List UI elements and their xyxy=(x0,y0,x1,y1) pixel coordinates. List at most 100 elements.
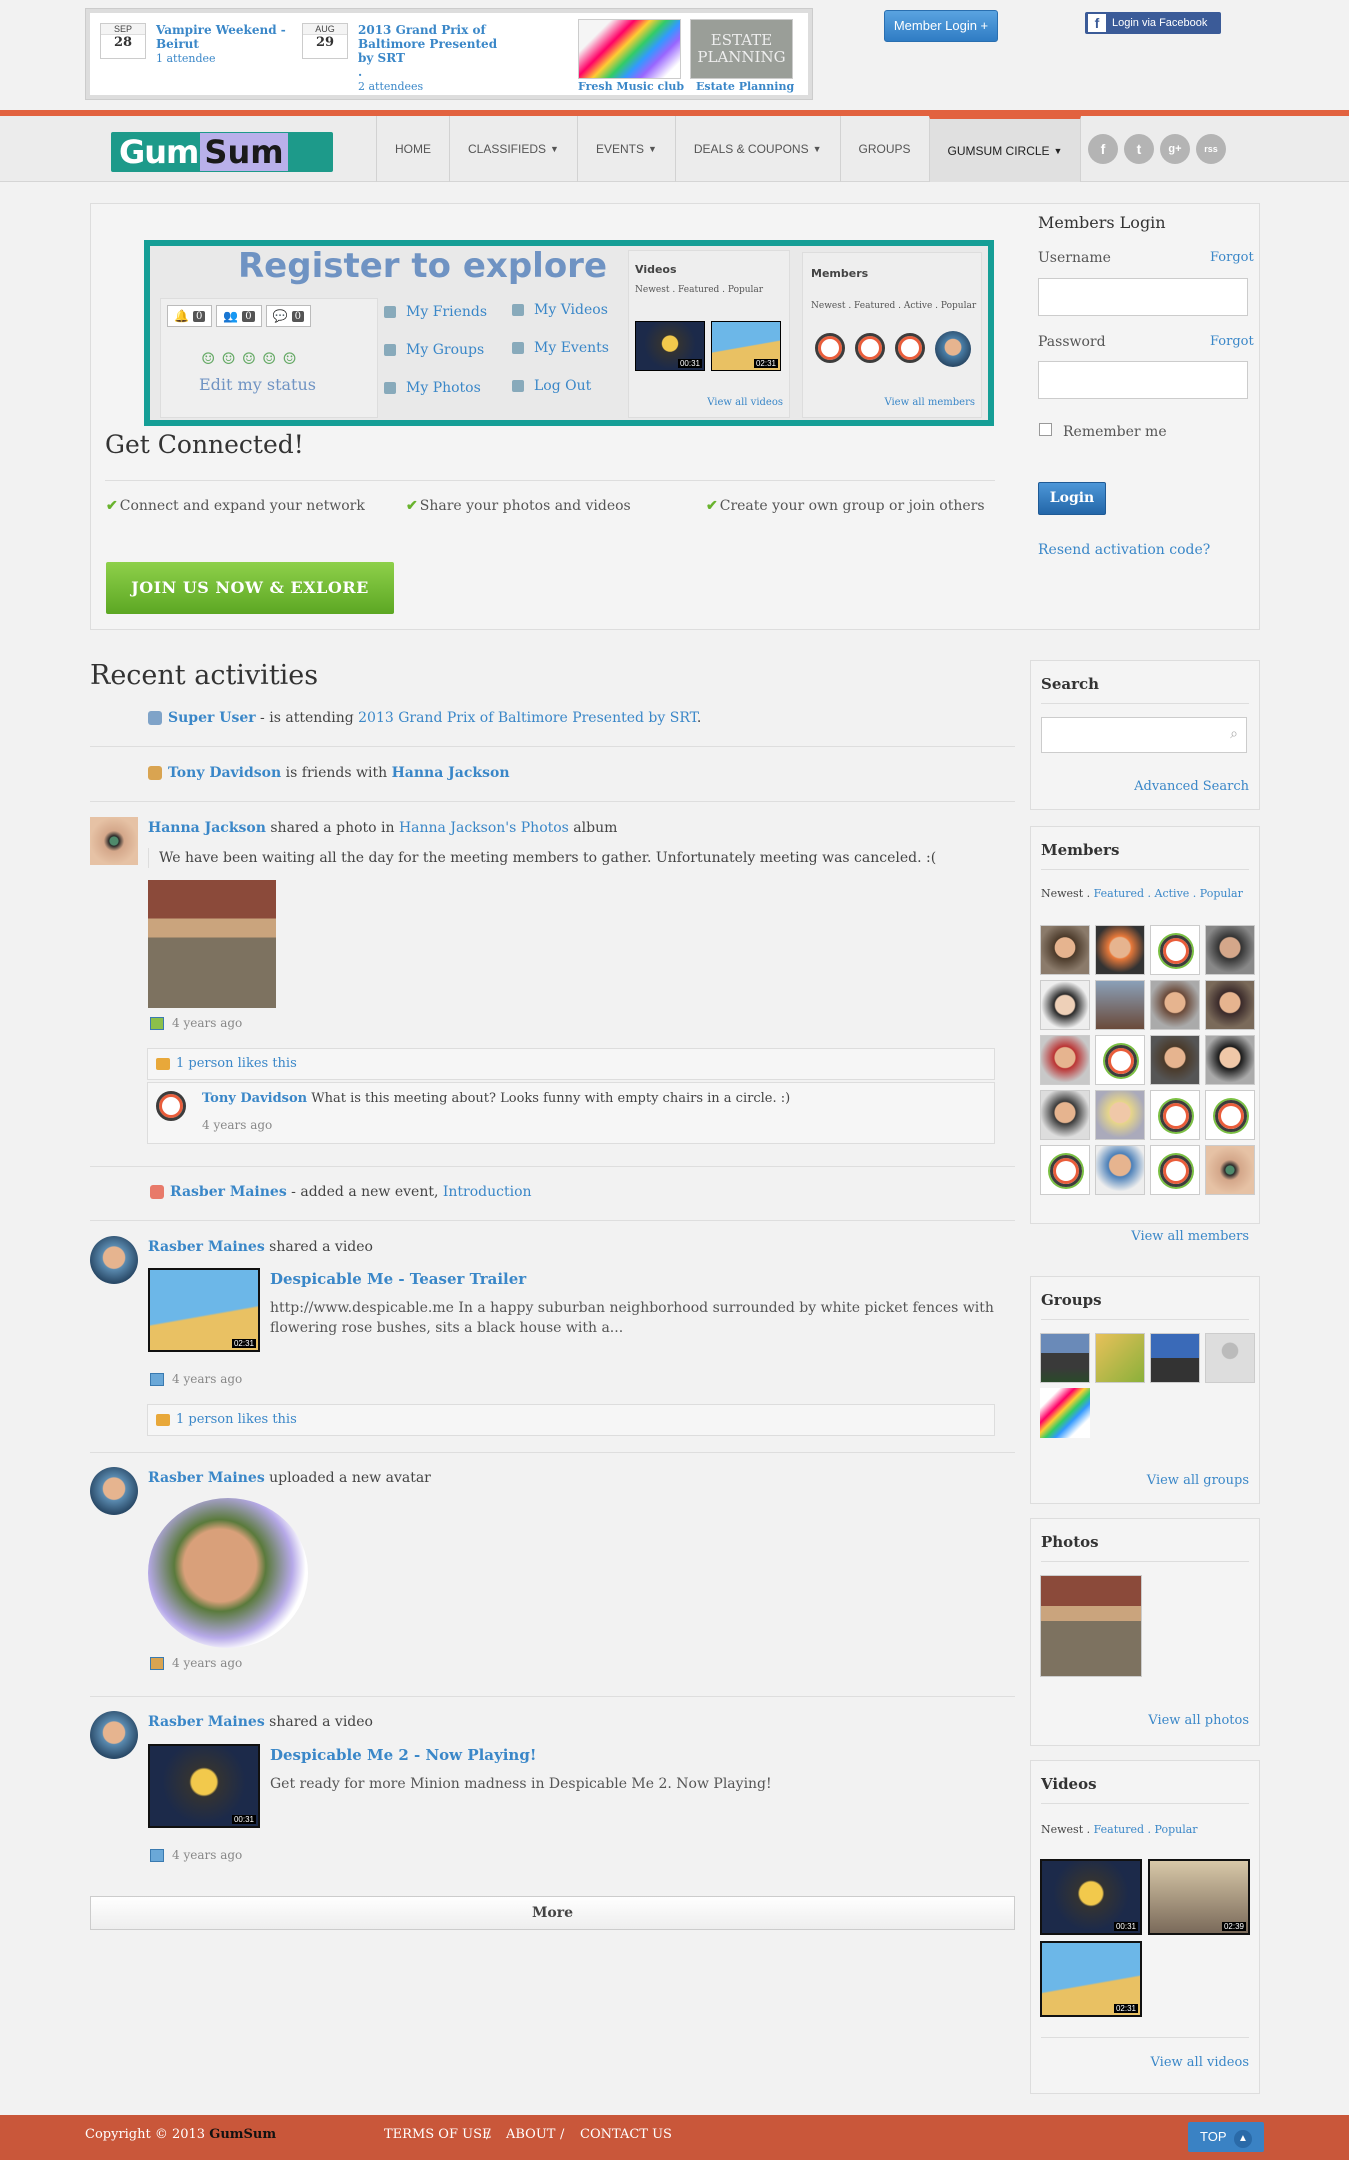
tab-newest[interactable]: Newest . xyxy=(1041,1823,1094,1836)
member-avatar[interactable] xyxy=(1205,925,1255,975)
view-all-videos-link[interactable]: View all videos xyxy=(707,397,783,408)
back-to-top-button[interactable]: TOP ▲ xyxy=(1188,2122,1264,2152)
member-avatar[interactable] xyxy=(1205,1035,1255,1085)
member-avatar[interactable] xyxy=(1095,1090,1145,1140)
event-item[interactable]: SEP 28 Vampire Weekend - Beirut 1 attende… xyxy=(100,23,296,66)
member-avatar[interactable] xyxy=(1205,1145,1255,1195)
video-title-link[interactable]: Despicable Me - Teaser Trailer xyxy=(270,1269,526,1289)
friends-icon[interactable]: 👥 0 xyxy=(216,305,262,327)
logout-link[interactable]: Log Out xyxy=(512,378,591,394)
activity-actor[interactable]: Rasber Maines xyxy=(148,1470,265,1486)
member-avatar[interactable] xyxy=(1095,1145,1145,1195)
rss-icon[interactable]: rss xyxy=(1196,134,1226,164)
forgot-password-link[interactable]: Forgot xyxy=(1210,334,1254,349)
member-avatar[interactable] xyxy=(1205,980,1255,1030)
edit-status-link[interactable]: Edit my status xyxy=(199,375,316,394)
user-avatar[interactable] xyxy=(90,817,138,865)
search-icon[interactable]: ⌕ xyxy=(1230,726,1238,742)
nav-classifieds[interactable]: CLASSIFIEDS ▼ xyxy=(449,116,577,182)
activity-target[interactable]: Introduction xyxy=(443,1184,532,1200)
member-avatar[interactable] xyxy=(1095,925,1145,975)
member-tabs[interactable]: Newest . Featured . Active . Popular xyxy=(1041,887,1243,900)
facebook-icon[interactable]: f xyxy=(1088,134,1118,164)
member-avatar[interactable] xyxy=(1205,1090,1255,1140)
site-logo[interactable]: Gum Sum xyxy=(111,132,333,172)
likes-bar[interactable]: 1 person likes this xyxy=(147,1404,995,1436)
activity-actor[interactable]: Rasber Maines xyxy=(148,1239,265,1255)
user-avatar[interactable] xyxy=(90,1711,138,1759)
tab-others[interactable]: Featured . Popular xyxy=(1094,1823,1198,1836)
event-attendees[interactable]: 2 attendees xyxy=(358,80,423,93)
member-avatar[interactable] xyxy=(815,333,845,363)
event-title[interactable]: 2013 Grand Prix of Baltimore Presented b… xyxy=(358,23,497,65)
event-item[interactable]: AUG 29 2013 Grand Prix of Baltimore Pres… xyxy=(302,23,498,94)
my-videos-link[interactable]: My Videos xyxy=(512,302,608,318)
forgot-username-link[interactable]: Forgot xyxy=(1210,250,1254,265)
footer-brand[interactable]: GumSum xyxy=(209,2127,276,2142)
member-avatar[interactable] xyxy=(855,333,885,363)
view-all-groups-link[interactable]: View all groups xyxy=(1147,1473,1249,1488)
view-all-videos-link[interactable]: View all videos xyxy=(1151,2055,1249,2070)
activity-actor[interactable]: Tony Davidson xyxy=(168,765,281,781)
video-thumbnail[interactable]: 00:31 xyxy=(1040,1859,1142,1935)
video-thumbnail[interactable]: 02:31 xyxy=(711,321,781,371)
activity-target[interactable]: 2013 Grand Prix of Baltimore Presented b… xyxy=(358,710,697,726)
video-tabs[interactable]: Newest . Featured . Popular xyxy=(1041,1823,1198,1836)
video-thumbnail[interactable]: 02:31 xyxy=(1040,1941,1142,2017)
user-avatar[interactable] xyxy=(90,1467,138,1515)
view-all-members-link[interactable]: View all members xyxy=(884,397,975,408)
activity-target[interactable]: Hanna Jackson xyxy=(392,765,510,781)
member-avatar[interactable] xyxy=(1150,1090,1200,1140)
comment-author[interactable]: Tony Davidson xyxy=(202,1091,307,1106)
terms-link[interactable]: TERMS OF USE xyxy=(384,2127,491,2142)
remember-me-checkbox[interactable] xyxy=(1039,423,1052,436)
nav-deals[interactable]: DEALS & COUPONS ▼ xyxy=(674,116,840,182)
group-image[interactable] xyxy=(1040,1388,1090,1438)
member-avatar[interactable] xyxy=(1150,925,1200,975)
member-avatar[interactable] xyxy=(1040,1035,1090,1085)
likes-bar[interactable]: 1 person likes this xyxy=(147,1048,995,1080)
view-all-photos-link[interactable]: View all photos xyxy=(1148,1713,1249,1728)
estate-planning-image[interactable]: ESTATE PLANNING xyxy=(690,19,793,79)
music-club-image[interactable] xyxy=(578,19,681,79)
twitter-icon[interactable]: t xyxy=(1124,134,1154,164)
my-friends-link[interactable]: My Friends xyxy=(384,304,487,320)
video-thumbnail[interactable]: 00:31 xyxy=(635,321,705,371)
username-input[interactable] xyxy=(1038,278,1248,316)
member-avatar[interactable] xyxy=(1040,925,1090,975)
group-image[interactable] xyxy=(1150,1333,1200,1383)
nav-home[interactable]: HOME xyxy=(376,116,449,182)
member-avatar[interactable] xyxy=(1040,1090,1090,1140)
sidebar-search-input[interactable]: ⌕ xyxy=(1041,717,1247,753)
messages-icon[interactable]: 💬 0 xyxy=(265,305,311,327)
member-avatar[interactable] xyxy=(895,333,925,363)
commenter-avatar[interactable] xyxy=(156,1091,186,1121)
password-input[interactable] xyxy=(1038,361,1248,399)
member-avatar[interactable] xyxy=(1150,1145,1200,1195)
member-avatar[interactable] xyxy=(1150,980,1200,1030)
about-link[interactable]: ABOUT xyxy=(506,2127,555,2142)
my-photos-link[interactable]: My Photos xyxy=(384,380,481,396)
tab-others[interactable]: Featured . Active . Popular xyxy=(1094,887,1243,900)
video-thumbnail[interactable]: 00:31 xyxy=(148,1744,260,1828)
bell-icon[interactable]: 🔔 0 xyxy=(167,305,213,327)
video-thumbnail[interactable]: 02:31 xyxy=(148,1268,260,1352)
members-tabs[interactable]: Newest . Featured . Active . Popular xyxy=(811,301,976,311)
activity-actor[interactable]: Super User xyxy=(168,710,256,726)
group-image[interactable] xyxy=(1205,1333,1255,1383)
activity-actor[interactable]: Rasber Maines xyxy=(170,1184,287,1200)
nav-events[interactable]: EVENTS ▼ xyxy=(576,116,675,182)
event-title[interactable]: Vampire Weekend - Beirut xyxy=(156,23,286,51)
group-image[interactable] xyxy=(1040,1333,1090,1383)
activity-target[interactable]: Hanna Jackson's Photos xyxy=(399,820,569,836)
tab-newest[interactable]: Newest . xyxy=(1041,887,1094,900)
estate-planning-caption[interactable]: Estate Planning xyxy=(696,80,794,93)
resend-activation-link[interactable]: Resend activation code? xyxy=(1038,542,1210,558)
member-avatar[interactable] xyxy=(935,331,971,367)
advanced-search-link[interactable]: Advanced Search xyxy=(1134,779,1249,794)
nav-groups[interactable]: GROUPS xyxy=(839,116,929,182)
videos-tabs[interactable]: Newest . Featured . Popular xyxy=(635,285,763,295)
new-avatar-image[interactable] xyxy=(148,1498,308,1648)
member-avatar[interactable] xyxy=(1095,980,1145,1030)
join-button[interactable]: JOIN US NOW & EXLORE xyxy=(106,562,394,614)
